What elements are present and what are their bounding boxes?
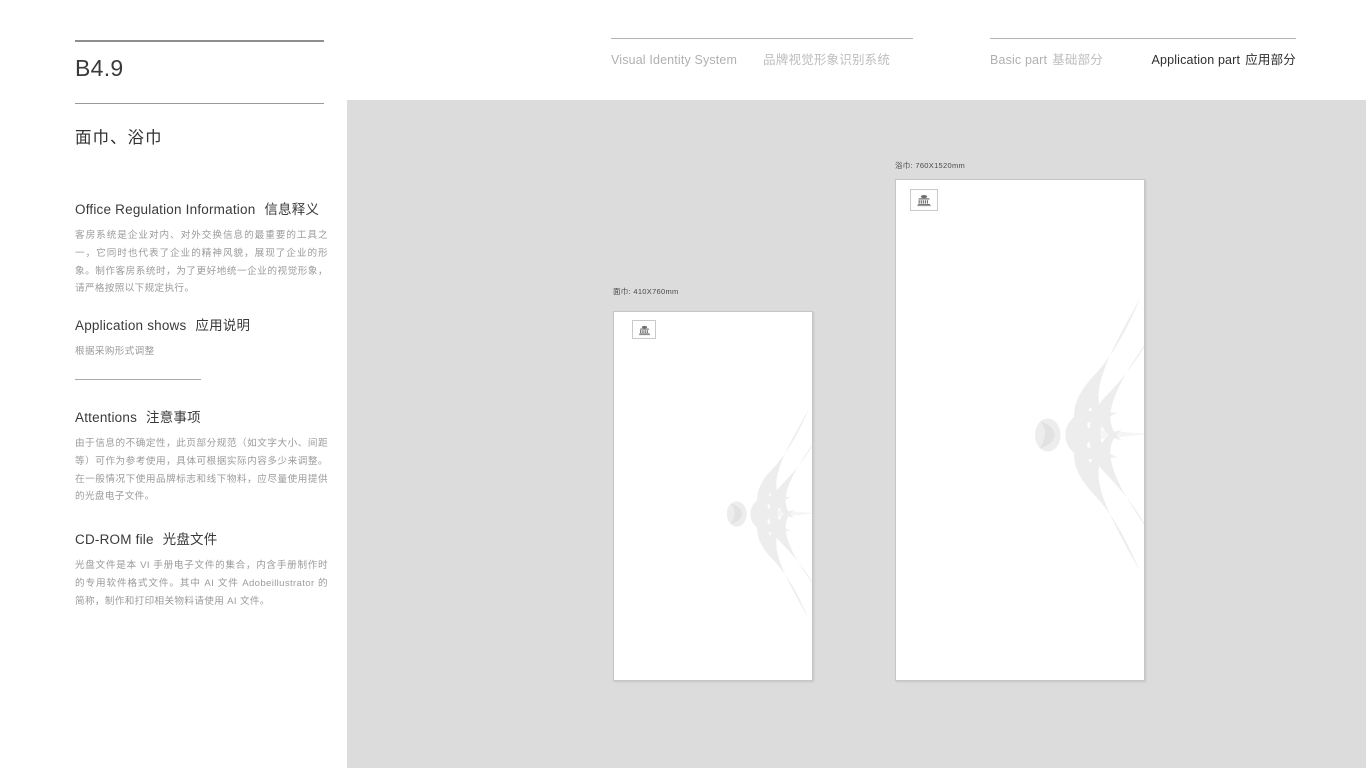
nav-application-part-cn[interactable]: 应用部分 <box>1245 49 1296 68</box>
section-body: 客房系统是企业对内、对外交换信息的最重要的工具之一，它同时也代表了企业的精神风貌… <box>75 230 328 295</box>
logo-badge <box>910 189 938 211</box>
section-heading-en: Application shows <box>75 318 187 333</box>
nav-application-part-en[interactable]: Application part <box>1152 53 1241 67</box>
sidebar-rule-short <box>75 379 201 380</box>
header-vis-en: Visual Identity System <box>611 53 738 67</box>
decorative-flourish-icon <box>1034 294 1145 576</box>
section-heading-cn: 信息释义 <box>264 202 320 217</box>
section-heading: Office Regulation Information 信息释义 <box>75 198 328 218</box>
section-heading-en: Office Regulation Information <box>75 202 256 217</box>
brand-logo-icon <box>637 324 652 336</box>
header-rule-left <box>611 38 913 39</box>
header-row-right: Basic part 基础部分 Application part 应用部分 <box>990 49 1296 68</box>
section-heading-cn: 应用说明 <box>195 318 251 333</box>
section-heading-en: CD-ROM file <box>75 532 154 547</box>
section-cdrom-file: CD-ROM file 光盘文件 光盘文件是本 VI 手册电子文件的集合，内含手… <box>75 528 328 610</box>
header-rule-right <box>990 38 1296 39</box>
header-row-left: Visual Identity System 品牌视觉形象识别系统 <box>611 49 913 68</box>
sidebar-rule-mid <box>75 103 324 104</box>
section-heading: Application shows 应用说明 <box>75 314 328 334</box>
face-towel-sheet[interactable] <box>613 311 813 681</box>
section-heading-cn: 光盘文件 <box>162 532 218 547</box>
section-application-shows: Application shows 应用说明 根据采购形式调整 <box>75 314 328 361</box>
section-body: 光盘文件是本 VI 手册电子文件的集合，内含手册制作时的专用软件格式文件。其中 … <box>75 560 328 607</box>
sidebar-rule-top <box>75 40 324 42</box>
page-code: B4.9 <box>75 55 124 81</box>
section-body: 根据采购形式调整 <box>75 346 155 357</box>
section-heading: Attentions 注意事项 <box>75 406 328 426</box>
header-vis-cn: 品牌视觉形象识别系统 <box>763 53 891 67</box>
section-attentions: Attentions 注意事项 由于信息的不确定性，此页部分规范（如文字大小、间… <box>75 406 328 506</box>
logo-badge <box>632 320 656 339</box>
nav-basic-part-en[interactable]: Basic part <box>990 53 1047 67</box>
header-part-nav: Basic part 基础部分 Application part 应用部分 <box>990 38 1296 68</box>
section-heading-en: Attentions <box>75 410 138 425</box>
section-body: 由于信息的不确定性，此页部分规范（如文字大小、间距等）可作为参考使用，具体可根据… <box>75 438 328 503</box>
mockup-canvas <box>347 100 1366 768</box>
section-heading-cn: 注意事项 <box>146 410 201 425</box>
nav-basic-part-cn[interactable]: 基础部分 <box>1052 49 1103 68</box>
header-visual-identity: Visual Identity System 品牌视觉形象识别系统 <box>611 38 913 68</box>
decorative-flourish-icon <box>726 406 813 622</box>
section-heading: CD-ROM file 光盘文件 <box>75 528 328 548</box>
mockup-label-face-towel: 面巾: 410X760mm <box>613 287 679 296</box>
bath-towel-sheet[interactable] <box>895 179 1145 681</box>
page-title: 面巾、浴巾 <box>75 129 163 147</box>
section-office-regulation: Office Regulation Information 信息释义 客房系统是… <box>75 198 328 298</box>
mockup-label-bath-towel: 浴巾: 760X1520mm <box>895 161 966 170</box>
brand-logo-icon <box>915 193 933 207</box>
